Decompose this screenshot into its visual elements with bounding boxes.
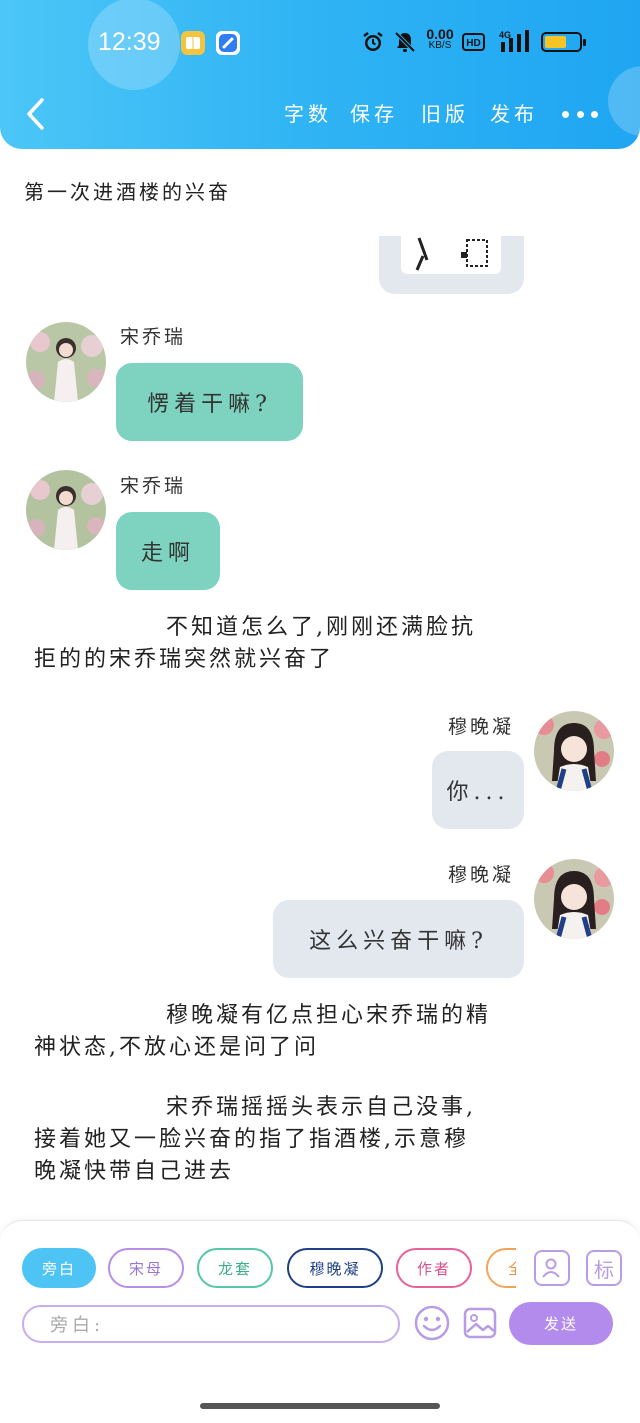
image-message-bubble[interactable]	[379, 236, 524, 294]
battery-fill	[545, 36, 566, 48]
back-button[interactable]	[22, 96, 52, 132]
role-chip-extras[interactable]: 龙套	[197, 1248, 273, 1288]
old-version-button[interactable]: 旧版	[421, 98, 469, 127]
chapter-title: 第一次进酒楼的兴奋	[24, 180, 231, 204]
battery-nub	[583, 39, 586, 46]
alarm-icon	[360, 29, 386, 55]
narration[interactable]: 宋乔瑞摇摇头表示自己没事, 接着她又一脸兴奋的指了指酒楼,示意穆 晚凝快带自己进…	[34, 1092, 624, 1188]
message-bubble[interactable]: 愣着干嘛?	[116, 363, 303, 441]
speaker-name: 穆晚凝	[448, 864, 515, 886]
narration-line: 不知道怎么了,刚刚还满脸抗	[166, 615, 476, 640]
notes-app-icon	[181, 31, 205, 55]
narration-line: 穆晚凝有亿点担心宋乔瑞的精	[166, 1003, 492, 1028]
speaker-name: 宋乔瑞	[120, 326, 187, 348]
message-bubble[interactable]: 走啊	[116, 512, 220, 590]
more-dot	[562, 111, 569, 118]
avatar[interactable]	[26, 322, 106, 402]
status-time: 12:39	[98, 28, 161, 56]
avatar[interactable]	[534, 711, 614, 791]
send-button[interactable]: 发送	[509, 1302, 613, 1345]
role-chip-song-mu[interactable]: 宋母	[108, 1248, 184, 1288]
sticker-image	[401, 236, 501, 274]
speaker-name: 宋乔瑞	[120, 475, 187, 497]
network-speed-value: 0.00	[426, 26, 454, 42]
word-count-button[interactable]: 字数	[284, 98, 332, 127]
status-bar: 12:39 0.00 KB/S HD 4G	[0, 0, 640, 86]
narration[interactable]: 不知道怎么了,刚刚还满脸抗 拒的的宋乔瑞突然就兴奋了	[34, 612, 614, 676]
top-bar: 12:39 0.00 KB/S HD 4G 字数 保存 旧版 发布	[0, 0, 640, 149]
home-indicator[interactable]	[200, 1403, 440, 1409]
battery-icon	[541, 32, 586, 52]
role-chip-clip: 全	[486, 1248, 516, 1288]
narration-line: 神状态,不放心还是问了问	[34, 1035, 319, 1060]
message-bubble[interactable]: 这么兴奋干嘛?	[273, 900, 524, 978]
person-icon	[542, 1258, 560, 1278]
signal-icon: 4G	[497, 29, 533, 55]
smiley-icon	[414, 1305, 450, 1341]
emoji-button[interactable]	[412, 1303, 452, 1343]
network-speed: 0.00 KB/S	[422, 26, 458, 52]
image-icon	[463, 1307, 497, 1339]
role-chip-narrator[interactable]: 旁白	[22, 1248, 96, 1288]
speaker-name: 穆晚凝	[448, 716, 515, 738]
narration-line: 宋乔瑞摇摇头表示自己没事,	[166, 1095, 476, 1120]
message-bubble[interactable]: 你...	[432, 751, 524, 829]
message-input[interactable]: 旁白:	[22, 1305, 400, 1343]
publish-button[interactable]: 发布	[490, 98, 538, 127]
role-chip-mu-wanning[interactable]: 穆晚凝	[287, 1248, 383, 1288]
app-icon	[216, 31, 240, 55]
more-menu-button[interactable]	[562, 111, 598, 119]
chevron-left-icon	[27, 98, 44, 130]
narration[interactable]: 穆晚凝有亿点担心宋乔瑞的精 神状态,不放心还是问了问	[34, 1000, 614, 1064]
save-button[interactable]: 保存	[350, 98, 398, 127]
role-chip-author[interactable]: 作者	[396, 1248, 472, 1288]
narration-line: 拒的的宋乔瑞突然就兴奋了	[34, 647, 335, 672]
more-dot	[576, 111, 584, 118]
avatar[interactable]	[26, 470, 106, 550]
image-button[interactable]	[460, 1303, 500, 1343]
add-character-button[interactable]	[534, 1250, 570, 1286]
more-dot	[591, 111, 598, 118]
hd-badge: HD	[462, 33, 485, 51]
narration-line: 晚凝快带自己进去	[34, 1159, 235, 1184]
role-chip-more[interactable]: 全	[486, 1248, 516, 1288]
mark-button[interactable]: 标	[586, 1250, 622, 1286]
mute-icon	[392, 29, 418, 55]
avatar[interactable]	[534, 859, 614, 939]
narration-line: 接着她又一脸兴奋的指了指酒楼,示意穆	[34, 1127, 469, 1152]
